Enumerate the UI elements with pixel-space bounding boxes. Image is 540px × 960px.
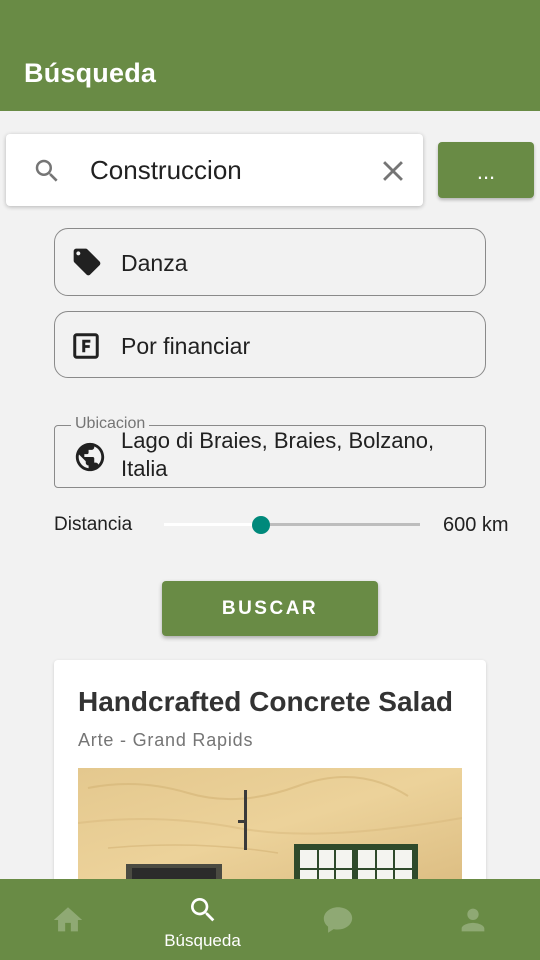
distance-value: 600 km [443,514,509,536]
chat-icon [323,907,352,933]
card-subtitle: Arte - Grand Rapids [78,730,254,750]
slider-thumb[interactable] [252,516,271,534]
financing-label: Por financiar [121,333,251,359]
card-title: Handcrafted Concrete Salad [78,686,453,717]
app-bar: Búsqueda [0,0,540,111]
home-icon [53,907,82,932]
card-image [78,768,462,888]
location-field[interactable]: Ubicacion Lago di Braies, Braies, Bolzan… [54,415,486,488]
clear-search-icon[interactable] [376,154,410,188]
letter-f-box-icon [73,333,99,359]
distance-label: Distancia [54,514,133,535]
search-input[interactable] [90,154,360,186]
page-title: Búsqueda [24,58,157,88]
category-field[interactable]: Danza [54,228,486,296]
nav-label-search: Búsqueda [164,931,241,950]
bottom-navigation: Búsqueda [0,879,540,960]
location-value: Lago di Braies, Braies, Bolzano, Italia [121,428,435,481]
tag-icon [73,248,101,276]
nav-item-messages[interactable] [270,879,405,960]
search-box[interactable] [6,134,423,206]
distance-slider[interactable] [164,514,420,536]
search-icon [35,159,58,182]
nav-item-home[interactable] [0,879,135,960]
financing-field[interactable]: Por financiar [54,311,486,378]
category-label: Danza [121,250,188,276]
search-icon [190,898,214,922]
nav-item-search[interactable]: Búsqueda [135,879,270,960]
search-button[interactable]: BUSCAR [162,581,378,636]
nav-item-profile[interactable] [405,879,540,960]
globe-icon [75,442,105,472]
more-options-button[interactable]: ... [438,142,534,198]
person-icon [461,908,484,932]
slider-fill [164,523,262,526]
